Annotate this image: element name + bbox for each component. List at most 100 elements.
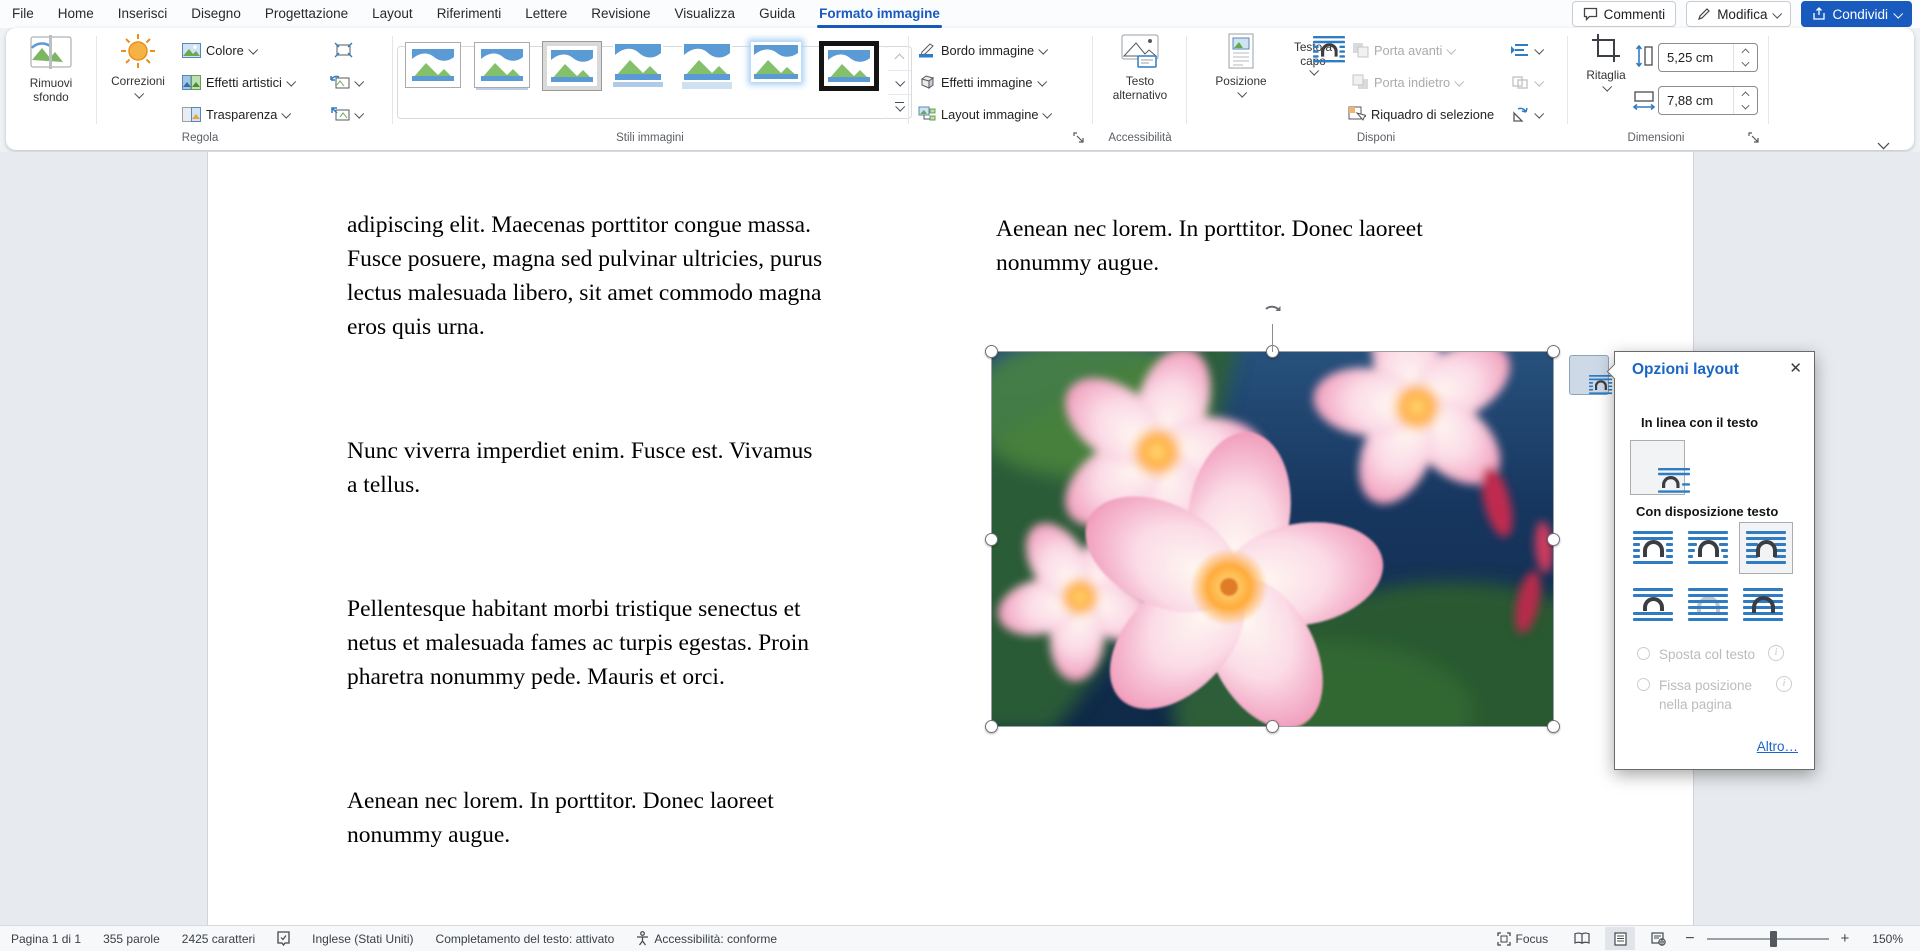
wrap-option-square[interactable] [1629, 527, 1677, 569]
tab-lettere[interactable]: Lettere [513, 0, 579, 28]
resize-handle-middle-right[interactable] [1547, 533, 1560, 546]
resize-handle-bottom-center[interactable] [1266, 720, 1279, 733]
picture-style-soft-edge[interactable] [613, 42, 663, 87]
wrap-option-inline[interactable] [1630, 440, 1685, 495]
wrap-option-through[interactable] [1739, 522, 1793, 574]
text-prediction-indicator[interactable]: Completamento del testo: attivato [425, 932, 626, 946]
collapse-ribbon-button[interactable] [1880, 134, 1887, 152]
height-spinner[interactable] [1733, 44, 1756, 71]
zoom-slider-thumb[interactable] [1770, 931, 1777, 947]
size-dialog-launcher[interactable] [1748, 132, 1762, 146]
comment-icon [1583, 7, 1598, 21]
compress-pictures-button[interactable] [334, 37, 353, 63]
corrections-button[interactable]: Correzioni [100, 32, 176, 126]
zoom-out-button[interactable]: − [1681, 930, 1698, 948]
read-mode-button[interactable] [1567, 927, 1597, 950]
share-button[interactable]: Condividi [1801, 1, 1912, 27]
picture-layout-button[interactable]: Layout immagine [918, 101, 1050, 127]
plumeria-photo [992, 352, 1553, 726]
picture-effects-button[interactable]: Effetti immagine [918, 69, 1045, 95]
tab-visualizza[interactable]: Visualizza [663, 0, 748, 28]
document-canvas[interactable]: adipiscing elit. Maecenas porttitor cong… [0, 152, 1920, 925]
shape-height-field[interactable] [1658, 43, 1758, 72]
selection-pane-button[interactable]: Riquadro di selezione [1348, 101, 1494, 127]
wrap-option-top-bottom[interactable] [1629, 584, 1677, 626]
color-button[interactable]: Colore [182, 37, 256, 63]
shape-height-icon [1634, 44, 1654, 68]
resize-handle-bottom-left[interactable] [985, 720, 998, 733]
transparency-button[interactable]: Trasparenza [182, 101, 289, 127]
picture-style-simple-frame[interactable] [405, 42, 461, 88]
tab-progettazione[interactable]: Progettazione [253, 0, 360, 28]
print-layout-button[interactable] [1605, 927, 1635, 950]
resize-handle-middle-left[interactable] [985, 533, 998, 546]
reset-picture-button[interactable] [330, 101, 362, 127]
picture-style-shadow[interactable] [474, 42, 530, 88]
paragraph[interactable]: Aenean nec lorem. In porttitor. Donec la… [347, 784, 922, 853]
wrap-through-icon [1746, 531, 1786, 565]
tab-home[interactable]: Home [46, 0, 106, 28]
tab-file[interactable]: File [0, 0, 46, 28]
web-layout-button[interactable] [1643, 927, 1673, 950]
position-button[interactable]: Posizione [1206, 32, 1276, 126]
shape-width-field[interactable] [1658, 86, 1758, 115]
proofing-status[interactable] [266, 931, 301, 946]
change-picture-button[interactable] [330, 69, 362, 95]
layout-options-button[interactable] [1569, 355, 1609, 395]
tab-guida[interactable]: Guida [747, 0, 807, 28]
paragraph[interactable]: Nunc viverra imperdiet enim. Fusce est. … [347, 434, 922, 503]
remove-background-button[interactable]: Rimuovi sfondo [12, 32, 90, 126]
chevron-down-icon [1237, 88, 1247, 98]
picture-styles-dialog-launcher[interactable] [1073, 132, 1087, 146]
char-count[interactable]: 2425 caratteri [171, 932, 266, 946]
focus-mode-button[interactable]: Focus [1486, 932, 1560, 946]
zoom-slider[interactable] [1707, 938, 1829, 940]
wrap-text-button[interactable]: Testo a capo [1280, 32, 1346, 126]
resize-handle-top-right[interactable] [1547, 345, 1560, 358]
wrap-option-behind-text[interactable] [1684, 584, 1732, 626]
wrap-option-in-front[interactable] [1739, 584, 1787, 626]
artistic-effects-button[interactable]: Effetti artistici [182, 69, 294, 95]
picture-border-button[interactable]: Bordo immagine [918, 37, 1046, 63]
edit-mode-button[interactable]: Modifica [1686, 1, 1791, 27]
text-column-left[interactable]: adipiscing elit. Maecenas porttitor cong… [347, 152, 922, 925]
fix-position-radio [1637, 678, 1650, 691]
paragraph[interactable]: adipiscing elit. Maecenas porttitor cong… [347, 208, 922, 345]
resize-handle-bottom-right[interactable] [1547, 720, 1560, 733]
tab-revisione[interactable]: Revisione [579, 0, 662, 28]
zoom-level[interactable]: 150% [1861, 932, 1914, 946]
picture-style-reflection[interactable] [682, 42, 732, 89]
tab-riferimenti[interactable]: Riferimenti [425, 0, 514, 28]
zoom-in-button[interactable]: + [1837, 930, 1854, 947]
tab-formato-immagine[interactable]: Formato immagine [807, 0, 952, 28]
picture-layout-icon [918, 106, 936, 122]
inline-section-label: In linea con il testo [1641, 415, 1758, 430]
language-indicator[interactable]: Inglese (Stati Uniti) [301, 932, 424, 946]
selected-picture[interactable] [992, 352, 1553, 726]
page-indicator[interactable]: Pagina 1 di 1 [0, 932, 92, 946]
shape-height-input[interactable] [1659, 50, 1733, 65]
picture-style-beveled[interactable] [543, 42, 601, 90]
picture-style-glow[interactable] [751, 42, 801, 82]
alt-text-button[interactable]: Testo alternativo [1098, 32, 1182, 126]
rotate-handle[interactable] [1260, 300, 1285, 325]
accessibility-status[interactable]: Accessibilità: conforme [625, 931, 788, 946]
resize-handle-top-left[interactable] [985, 345, 998, 358]
align-objects-button[interactable] [1510, 37, 1542, 63]
width-spinner[interactable] [1733, 87, 1756, 114]
crop-button[interactable]: Ritaglia [1578, 32, 1634, 126]
comments-button[interactable]: Commenti [1572, 1, 1677, 27]
word-count[interactable]: 355 parole [92, 932, 171, 946]
see-more-link[interactable]: Altro… [1757, 739, 1798, 754]
picture-style-black-frame[interactable] [820, 42, 878, 90]
shape-width-input[interactable] [1659, 93, 1733, 108]
wrap-option-tight[interactable] [1684, 527, 1732, 569]
paragraph[interactable]: Pellentesque habitant morbi tristique se… [347, 592, 922, 695]
tab-inserisci[interactable]: Inserisci [106, 0, 180, 28]
close-icon[interactable]: ✕ [1789, 360, 1802, 378]
tab-layout[interactable]: Layout [360, 0, 425, 28]
focus-icon [1497, 932, 1511, 946]
tab-disegno[interactable]: Disegno [179, 0, 253, 28]
rotate-objects-button[interactable] [1510, 101, 1542, 127]
paragraph[interactable]: Aenean nec lorem. In porttitor. Donec la… [996, 212, 1571, 281]
